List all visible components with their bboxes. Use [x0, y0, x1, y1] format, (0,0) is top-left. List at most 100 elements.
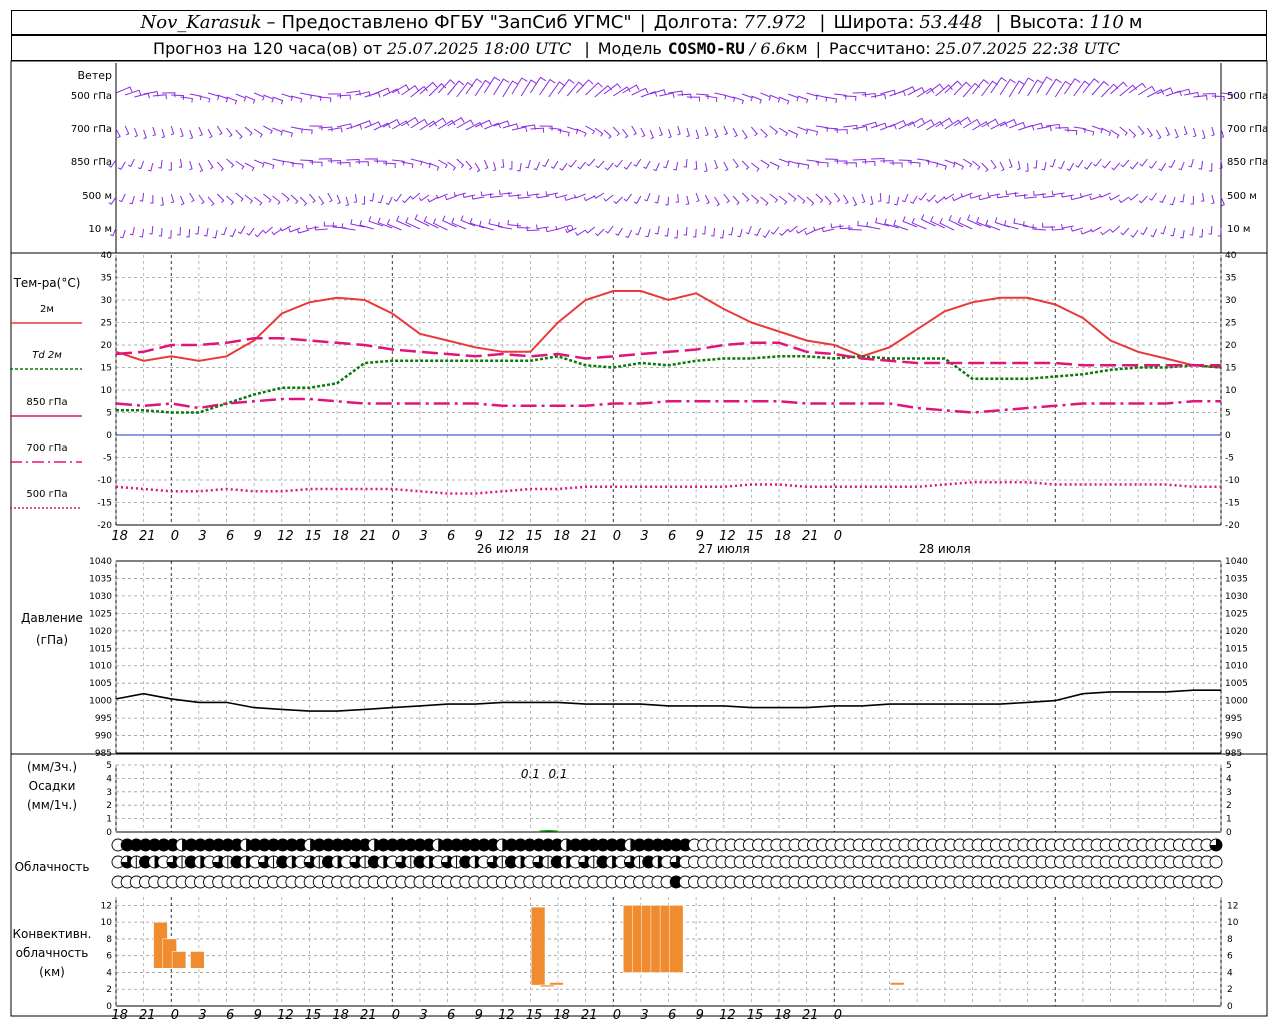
conv-ytick: 6: [106, 952, 112, 962]
wind-barb: [1119, 126, 1128, 136]
temp-ytick: 5: [106, 409, 112, 419]
wind-barb: [1120, 227, 1130, 236]
wind-barb: [1084, 161, 1093, 170]
wind-barb: [401, 161, 414, 169]
conv-ytick: 8: [106, 935, 112, 945]
wind-barb: [502, 123, 519, 129]
wind-barb: [345, 196, 350, 207]
wind-barb: [533, 161, 541, 171]
wind-barb: [442, 215, 457, 228]
x-tick-label: 18: [111, 529, 128, 544]
wind-barb: [633, 195, 642, 205]
wind-barb: [1211, 95, 1225, 101]
wind-barb: [427, 196, 439, 203]
wind-level-label: 500 м: [82, 191, 112, 202]
wind-barb: [198, 126, 203, 137]
wind-barb: [392, 159, 405, 166]
wind-barb: [643, 160, 651, 170]
wind-barb: [300, 92, 313, 100]
wind-barb: [118, 193, 126, 203]
wind-barb: [1158, 162, 1167, 171]
wind-barb: [253, 159, 265, 168]
wind-barb: [603, 129, 612, 139]
pressure-ytick: 1020: [89, 627, 112, 637]
wind-barb: [663, 159, 669, 169]
wind-barb: [604, 162, 614, 171]
x-tick-label-bottom: 9: [254, 1008, 262, 1023]
temp-ytick-right: -10: [1225, 476, 1240, 486]
temp-ytick-right: 15: [1225, 364, 1236, 374]
wind-barb: [207, 196, 215, 207]
wind-barb: [161, 128, 166, 139]
x-tick-label: 18: [332, 529, 349, 544]
wind-barb: [170, 125, 175, 136]
wind-barb: [962, 82, 981, 98]
conv-ytick-right: 2: [1227, 985, 1233, 995]
wind-barb: [797, 126, 809, 135]
pressure-ytick: 1025: [89, 609, 112, 619]
wind-barb: [654, 225, 660, 235]
wind-barb: [1199, 228, 1204, 238]
wind-barb: [723, 193, 730, 204]
wind-barb: [438, 119, 456, 130]
wind-barb: [659, 92, 675, 98]
wind-barb: [909, 195, 918, 204]
wind-barb: [555, 225, 568, 231]
x-tick-label: 9: [254, 529, 262, 544]
wind-level-label-right: 500 гПа: [1227, 91, 1268, 102]
cloud-symbol: [1209, 855, 1223, 869]
wind-barb: [511, 77, 528, 95]
wind-barb: [133, 127, 139, 138]
wind-barb: [180, 195, 185, 206]
x-tick-label-bottom: 15: [747, 1008, 764, 1023]
wind-barb: [189, 93, 202, 101]
wind-barb: [254, 229, 264, 238]
temp-legend-label: 850 гПа: [26, 397, 67, 408]
wind-barb: [594, 228, 605, 237]
conv-ytick-right: 0: [1227, 1002, 1233, 1012]
wind-barb: [1192, 127, 1197, 138]
wind-barb: [693, 160, 698, 170]
wind-barb: [1137, 125, 1145, 136]
x-tick-label: 0: [171, 529, 179, 544]
conv-ytick-right: 8: [1227, 935, 1233, 945]
wind-barb: [127, 158, 135, 168]
wind-barb: [309, 161, 323, 167]
wind-barb: [1023, 193, 1037, 199]
wind-barb: [635, 226, 642, 236]
wind-barb: [705, 95, 718, 102]
pressure-ytick: 990: [95, 732, 112, 742]
wind-barb: [951, 195, 964, 202]
wind-level-label-right: 700 гПа: [1227, 124, 1268, 135]
wind-barb: [745, 225, 752, 235]
wind-barb: [226, 195, 235, 205]
wind-barb: [1099, 192, 1111, 198]
wind-barb: [526, 191, 540, 197]
wind-barb: [754, 227, 762, 237]
wind-barb: [593, 192, 605, 199]
wind-barb: [168, 161, 172, 171]
wind-barb: [1004, 220, 1019, 230]
wind-barb: [665, 196, 669, 206]
x-tick-label-bottom: 12: [498, 1008, 515, 1023]
wind-barb: [160, 196, 164, 206]
wind-barb: [1051, 190, 1065, 196]
x-tick-label: 0: [613, 529, 621, 544]
wind-barb: [732, 195, 740, 206]
wind-barb: [189, 129, 194, 140]
wind-barb: [207, 159, 214, 170]
wind-barb: [711, 227, 716, 237]
wind-barb: [1183, 125, 1188, 136]
wind-barb: [346, 124, 363, 130]
wind-barb: [1198, 160, 1204, 170]
temp-ytick: 30: [101, 296, 113, 306]
wind-title: Ветер: [78, 69, 112, 82]
wind-barb: [760, 92, 772, 101]
wind-barb: [770, 226, 780, 235]
wind-barb: [861, 160, 876, 167]
wind-barb: [573, 193, 586, 199]
wind-barb: [235, 129, 243, 140]
wind-barb: [290, 126, 303, 134]
wind-barb: [1073, 80, 1091, 97]
x-tick-label: 3: [198, 529, 206, 544]
